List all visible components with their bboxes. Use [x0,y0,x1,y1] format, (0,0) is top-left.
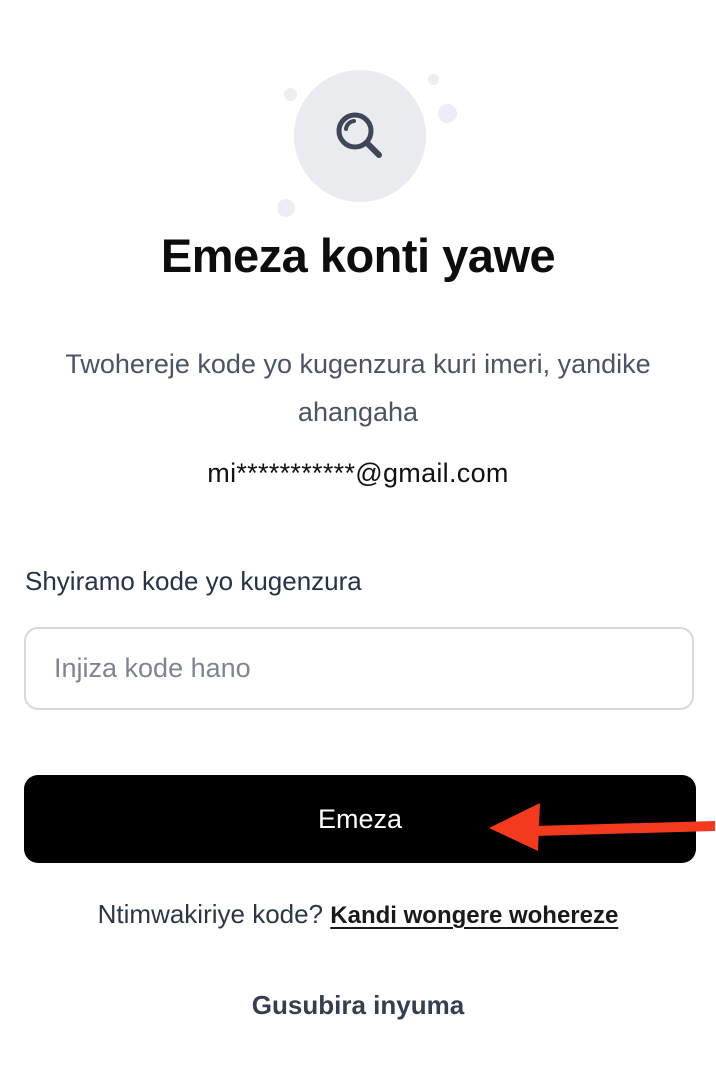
resend-code-link[interactable]: Kandi wongere wohereze [330,902,618,929]
decor-dot [284,88,297,101]
decor-dot [277,199,295,217]
verification-code-input[interactable] [24,627,694,710]
verification-description: Twohereje kode yo kugenzura kuri imeri, … [65,349,651,427]
go-back-link[interactable]: Gusubira inyuma [0,990,716,1021]
masked-email: mi***********@gmail.com [207,458,509,488]
page-title: Emeza konti yawe [160,229,556,282]
resend-row: Ntimwakiriye kode? Kandi wongere woherez… [0,899,716,930]
decor-dot [428,74,439,85]
code-field-label: Shyiramo kode yo kugenzura [25,566,362,596]
decor-dot [438,104,457,123]
arrow-left-icon [489,803,715,851]
hero-illustration [270,66,460,217]
resend-prompt: Ntimwakiriye kode? [97,899,324,929]
icon-circle [294,70,426,202]
search-icon [336,112,382,158]
